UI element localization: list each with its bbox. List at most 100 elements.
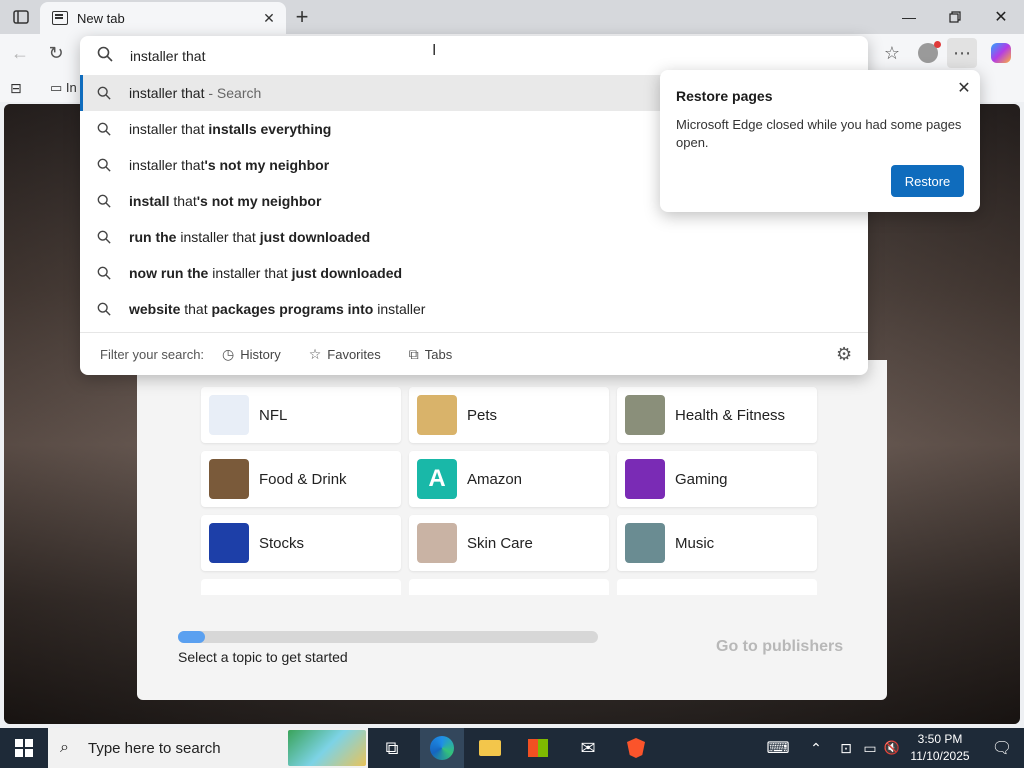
keyboard-tray-icon[interactable]: ⌨ bbox=[756, 728, 800, 768]
minimize-button[interactable]: — bbox=[886, 0, 932, 34]
filter-favorites-button[interactable]: ☆ Favorites bbox=[309, 346, 381, 363]
topic-thumbnail bbox=[209, 523, 249, 563]
suggestion-text-part: just downloaded bbox=[291, 265, 403, 281]
suggestion-text-part: install bbox=[129, 193, 170, 209]
close-icon[interactable]: ✕ bbox=[954, 78, 974, 98]
filter-history-button[interactable]: ◷ History bbox=[222, 346, 281, 363]
favorites-button[interactable]: ☆ bbox=[877, 38, 907, 68]
folder-icon: ▭ bbox=[50, 80, 63, 95]
filter-tabs-button[interactable]: ⧉ Tabs bbox=[409, 346, 452, 363]
search-icon: ⌕ bbox=[60, 739, 69, 756]
back-button[interactable]: ← bbox=[5, 38, 35, 68]
topic-tile-partial[interactable] bbox=[617, 579, 817, 595]
star-icon: ☆ bbox=[883, 42, 901, 63]
suggestion-item[interactable]: run the installer that just downloaded bbox=[80, 219, 868, 255]
speaker-muted-icon: 🔇 bbox=[883, 740, 901, 755]
topic-tile[interactable]: Health & Fitness bbox=[617, 387, 817, 443]
filter-label: Filter your search: bbox=[100, 347, 205, 362]
tab-close-icon[interactable]: ✕ bbox=[260, 9, 278, 27]
topic-tile[interactable]: A Amazon bbox=[409, 451, 609, 507]
search-icon bbox=[97, 229, 113, 245]
suggestion-text-part: packages programs into bbox=[211, 301, 374, 317]
close-icon: ✕ bbox=[994, 9, 1008, 26]
address-bar-input[interactable] bbox=[128, 44, 832, 68]
topic-thumbnail bbox=[417, 395, 457, 435]
go-to-publishers-button[interactable]: Go to publishers bbox=[716, 638, 843, 656]
copilot-button[interactable] bbox=[986, 38, 1016, 68]
tab-new-tab[interactable]: New tab ✕ bbox=[40, 2, 286, 34]
suggestion-text-part: now run the bbox=[129, 265, 209, 281]
suggestion-text: installer that's not my neighbor bbox=[129, 157, 329, 173]
gear-icon[interactable]: ⚙ bbox=[836, 344, 852, 365]
bookmark-folder[interactable]: ▭ In bbox=[50, 80, 77, 96]
brave-icon bbox=[627, 738, 645, 758]
clock-time: 3:50 PM bbox=[917, 732, 963, 746]
restore-pages-popup: Restore pages Microsoft Edge closed whil… bbox=[660, 70, 980, 212]
tab-actions-button[interactable] bbox=[8, 5, 34, 29]
brave-button[interactable] bbox=[614, 728, 658, 768]
new-tab-page-icon bbox=[52, 11, 68, 25]
windows-logo-icon bbox=[15, 739, 33, 757]
plus-icon: + bbox=[295, 4, 309, 29]
camera-icon: ⊡ bbox=[840, 739, 852, 756]
network-icon[interactable]: ▭ bbox=[858, 728, 882, 768]
task-view-icon: ⧉ bbox=[385, 737, 399, 758]
title-bar: New tab ✕ + — ✕ bbox=[0, 0, 1024, 34]
meet-now-icon[interactable]: ⊡ bbox=[834, 728, 858, 768]
store-button[interactable] bbox=[516, 728, 560, 768]
topic-tile-partial[interactable] bbox=[201, 579, 401, 595]
suggestion-text: install that's not my neighbor bbox=[129, 193, 321, 209]
filter-tabs-label: Tabs bbox=[424, 347, 453, 362]
taskbar-search-box[interactable]: ⌕ Type here to search bbox=[48, 728, 368, 768]
more-dots-icon: ⋯ bbox=[953, 42, 971, 63]
mail-button[interactable]: ✉ bbox=[566, 728, 610, 768]
chevron-up-icon: ⌃ bbox=[810, 739, 822, 756]
profile-button[interactable] bbox=[913, 38, 943, 68]
restore-window-button[interactable] bbox=[932, 0, 978, 34]
suggestion-text-part: installer bbox=[373, 301, 426, 317]
topic-tile[interactable]: Food & Drink bbox=[201, 451, 401, 507]
suggestion-text-part: 's not my neighbor bbox=[204, 157, 330, 173]
progress-track bbox=[178, 631, 598, 643]
topic-tile-partial[interactable] bbox=[409, 579, 609, 595]
text-cursor-icon: I bbox=[432, 42, 437, 59]
edge-taskbar-button[interactable] bbox=[420, 728, 464, 768]
filter-history-label: History bbox=[240, 347, 281, 362]
clock[interactable]: 3:50 PM 11/10/2025 bbox=[900, 731, 980, 765]
show-hidden-icons-button[interactable]: ⌃ bbox=[804, 728, 828, 768]
file-explorer-button[interactable] bbox=[468, 728, 512, 768]
new-tab-button[interactable]: + bbox=[290, 4, 314, 29]
topic-tile[interactable]: Stocks bbox=[201, 515, 401, 571]
suggestion-item[interactable]: website that packages programs into inst… bbox=[80, 291, 868, 327]
suggestion-text-part: installer that bbox=[129, 121, 209, 137]
taskbar: ⌕ Type here to search ⧉ ✉ ⌨ ⌃ ⊡ ▭ 🔇 3:50… bbox=[0, 728, 1024, 768]
notification-dot bbox=[934, 41, 941, 48]
collections-icon[interactable]: ⊟ bbox=[10, 80, 22, 97]
topic-tile[interactable]: Pets bbox=[409, 387, 609, 443]
restore-button[interactable]: Restore bbox=[891, 165, 964, 197]
topic-label: NFL bbox=[259, 406, 288, 424]
suggestion-text-part: just downloaded bbox=[259, 229, 371, 245]
topic-label: Food & Drink bbox=[259, 470, 347, 488]
suggestion-item[interactable]: now run the installer that just download… bbox=[80, 255, 868, 291]
topic-thumbnail bbox=[625, 459, 665, 499]
tabs-icon: ⧉ bbox=[408, 346, 419, 362]
topic-tile[interactable]: NFL bbox=[201, 387, 401, 443]
topic-thumbnail: A bbox=[417, 459, 457, 499]
folder-icon bbox=[479, 740, 501, 756]
settings-more-button[interactable]: ⋯ bbox=[947, 38, 977, 68]
notification-center-button[interactable]: 🗨 bbox=[980, 728, 1024, 768]
clock-date: 11/10/2025 bbox=[910, 749, 970, 763]
task-view-button[interactable]: ⧉ bbox=[370, 728, 414, 768]
topic-tile[interactable]: Gaming bbox=[617, 451, 817, 507]
refresh-button[interactable]: ↻ bbox=[41, 38, 71, 68]
search-icon bbox=[97, 121, 113, 137]
start-button[interactable] bbox=[0, 728, 48, 768]
mail-icon: ✉ bbox=[580, 737, 596, 758]
close-window-button[interactable]: ✕ bbox=[978, 0, 1024, 34]
suggestion-text: installer that installs everything bbox=[129, 121, 331, 137]
topic-thumbnail bbox=[625, 395, 665, 435]
edge-icon bbox=[430, 736, 454, 760]
topic-tile[interactable]: Skin Care bbox=[409, 515, 609, 571]
topic-tile[interactable]: Music bbox=[617, 515, 817, 571]
